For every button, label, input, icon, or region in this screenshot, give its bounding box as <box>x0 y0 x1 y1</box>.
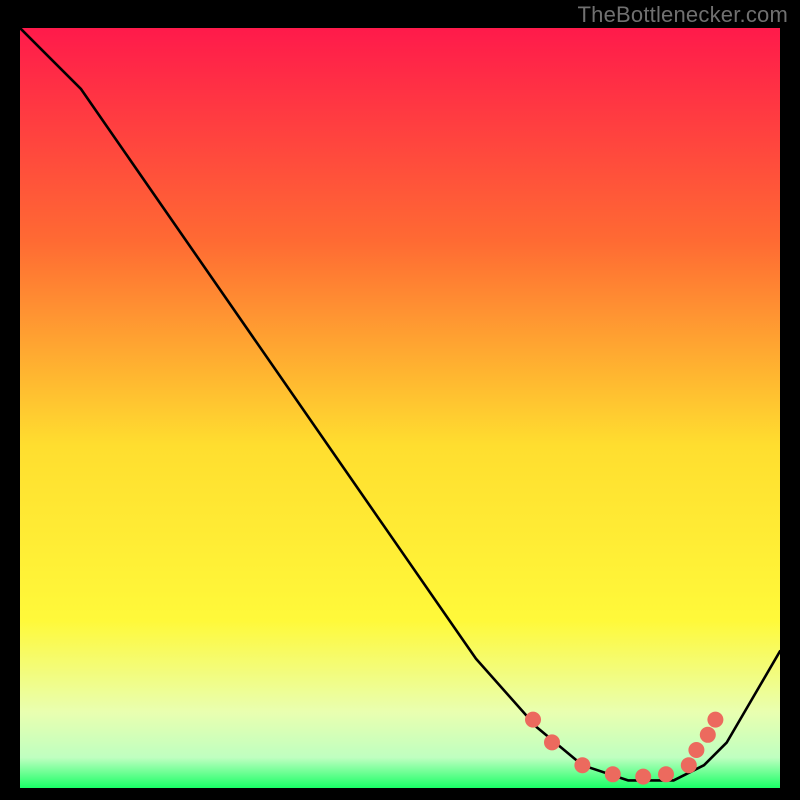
gradient-background <box>20 28 780 788</box>
attribution-label: TheBottlenecker.com <box>578 2 788 28</box>
optimal-dot <box>525 712 541 728</box>
optimal-dot <box>574 757 590 773</box>
optimal-dot <box>700 727 716 743</box>
optimal-dot <box>681 757 697 773</box>
optimal-dot <box>635 769 651 785</box>
optimal-dot <box>544 734 560 750</box>
optimal-dot <box>707 712 723 728</box>
optimal-dot <box>688 742 704 758</box>
plot-area <box>20 28 780 788</box>
optimal-dot <box>658 766 674 782</box>
chart-svg <box>20 28 780 788</box>
chart-frame: TheBottlenecker.com <box>0 0 800 800</box>
optimal-dot <box>605 766 621 782</box>
